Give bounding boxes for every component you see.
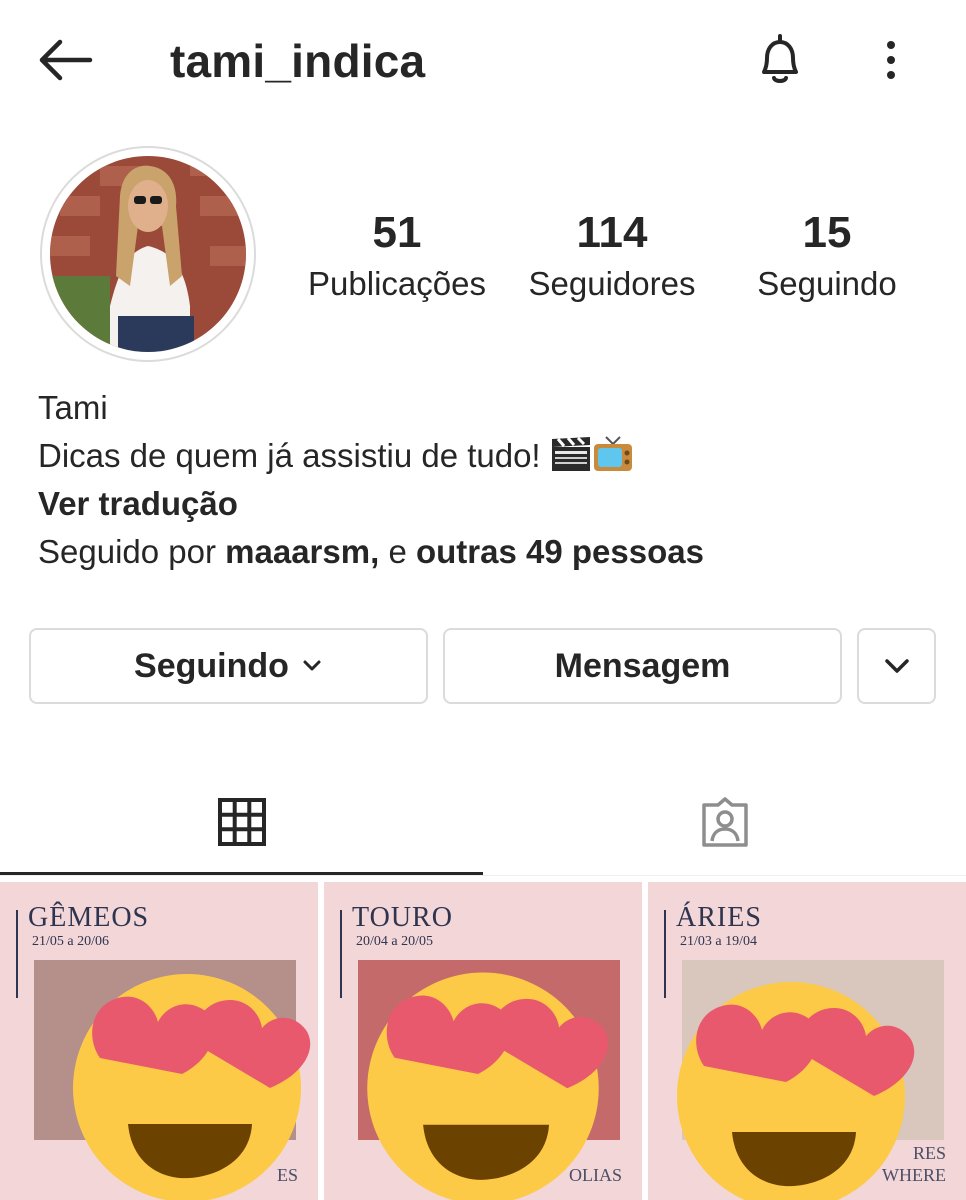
chevron-down-icon	[884, 659, 909, 673]
following-button[interactable]: Seguindo	[29, 628, 428, 704]
stat-following-value: 15	[802, 208, 852, 257]
stat-followers-label: Seguidores	[528, 265, 696, 302]
grid-post[interactable]: TOURO 20/04 a 20/05 OLIAS	[324, 882, 642, 1200]
tagged-person-icon	[701, 797, 748, 847]
see-translation-link[interactable]: Ver tradução	[38, 480, 938, 528]
heart-eyes-emoji-icon	[73, 974, 311, 1200]
grid-icon	[217, 798, 266, 846]
chevron-down-icon	[303, 660, 321, 671]
grid-post[interactable]: ÁRIES 21/03 a 19/04 RES WHERE	[648, 882, 966, 1200]
followed-by-line[interactable]: Seguido por maaarsm, e outras 49 pessoas	[38, 528, 938, 576]
tab-posts-grid[interactable]	[0, 770, 483, 874]
bio-text: Dicas de quem já assistiu de tudo!	[38, 437, 550, 474]
message-button[interactable]: Mensagem	[443, 628, 842, 704]
stat-followers-value: 114	[576, 208, 648, 257]
post-sign-title: GÊMEOS	[28, 902, 150, 933]
avatar-photo	[50, 156, 246, 352]
clapper-board-icon	[550, 435, 592, 473]
television-icon	[592, 435, 634, 473]
followed-by-user-1[interactable]: maaarsm	[225, 533, 370, 570]
profile-avatar[interactable]	[40, 146, 256, 362]
followed-by-separator: ,	[370, 533, 389, 570]
top-bar: tami_indica	[0, 0, 966, 125]
followed-by-prefix: Seguido por	[38, 533, 226, 570]
post-sign-title: TOURO	[352, 902, 453, 933]
back-arrow-icon[interactable]	[38, 38, 94, 82]
heart-eyes-emoji-icon	[677, 982, 915, 1200]
bio-text-line: Dicas de quem já assistiu de tudo!	[38, 432, 938, 480]
post-sign-title: ÁRIES	[676, 902, 762, 933]
bell-icon[interactable]	[752, 32, 808, 88]
profile-display-name: Tami	[38, 389, 108, 426]
grid-post[interactable]: GÊMEOS 21/05 a 20/06 ES	[0, 882, 318, 1200]
tab-divider	[0, 875, 966, 876]
profile-tabs	[0, 770, 966, 876]
stat-following-label: Seguindo	[757, 265, 897, 302]
stat-followers[interactable]: 114 Seguidores	[518, 208, 706, 304]
suggested-accounts-button[interactable]	[857, 628, 936, 704]
message-button-label: Mensagem	[554, 646, 731, 685]
stat-posts-label: Publicações	[308, 265, 486, 302]
profile-username: tami_indica	[170, 35, 426, 87]
tab-tagged[interactable]	[483, 770, 966, 874]
stat-posts-value: 51	[372, 208, 422, 257]
post-decoration-line	[16, 910, 18, 998]
following-button-label: Seguindo	[134, 646, 289, 685]
active-tab-indicator	[0, 872, 483, 875]
more-options-icon[interactable]	[874, 38, 908, 84]
posts-grid: GÊMEOS 21/05 a 20/06 ES TOURO 20/04 a 20…	[0, 882, 966, 1200]
heart-eyes-emoji-icon	[367, 972, 609, 1200]
followed-by-and: e	[388, 533, 416, 570]
followed-by-others[interactable]: outras 49 pessoas	[416, 533, 704, 570]
stat-posts[interactable]: 51 Publicações	[300, 208, 494, 304]
post-decoration-line	[340, 910, 342, 998]
stat-following[interactable]: 15 Seguindo	[740, 208, 914, 304]
profile-bio: Tami Dicas de quem já assistiu de tudo! …	[38, 384, 938, 576]
